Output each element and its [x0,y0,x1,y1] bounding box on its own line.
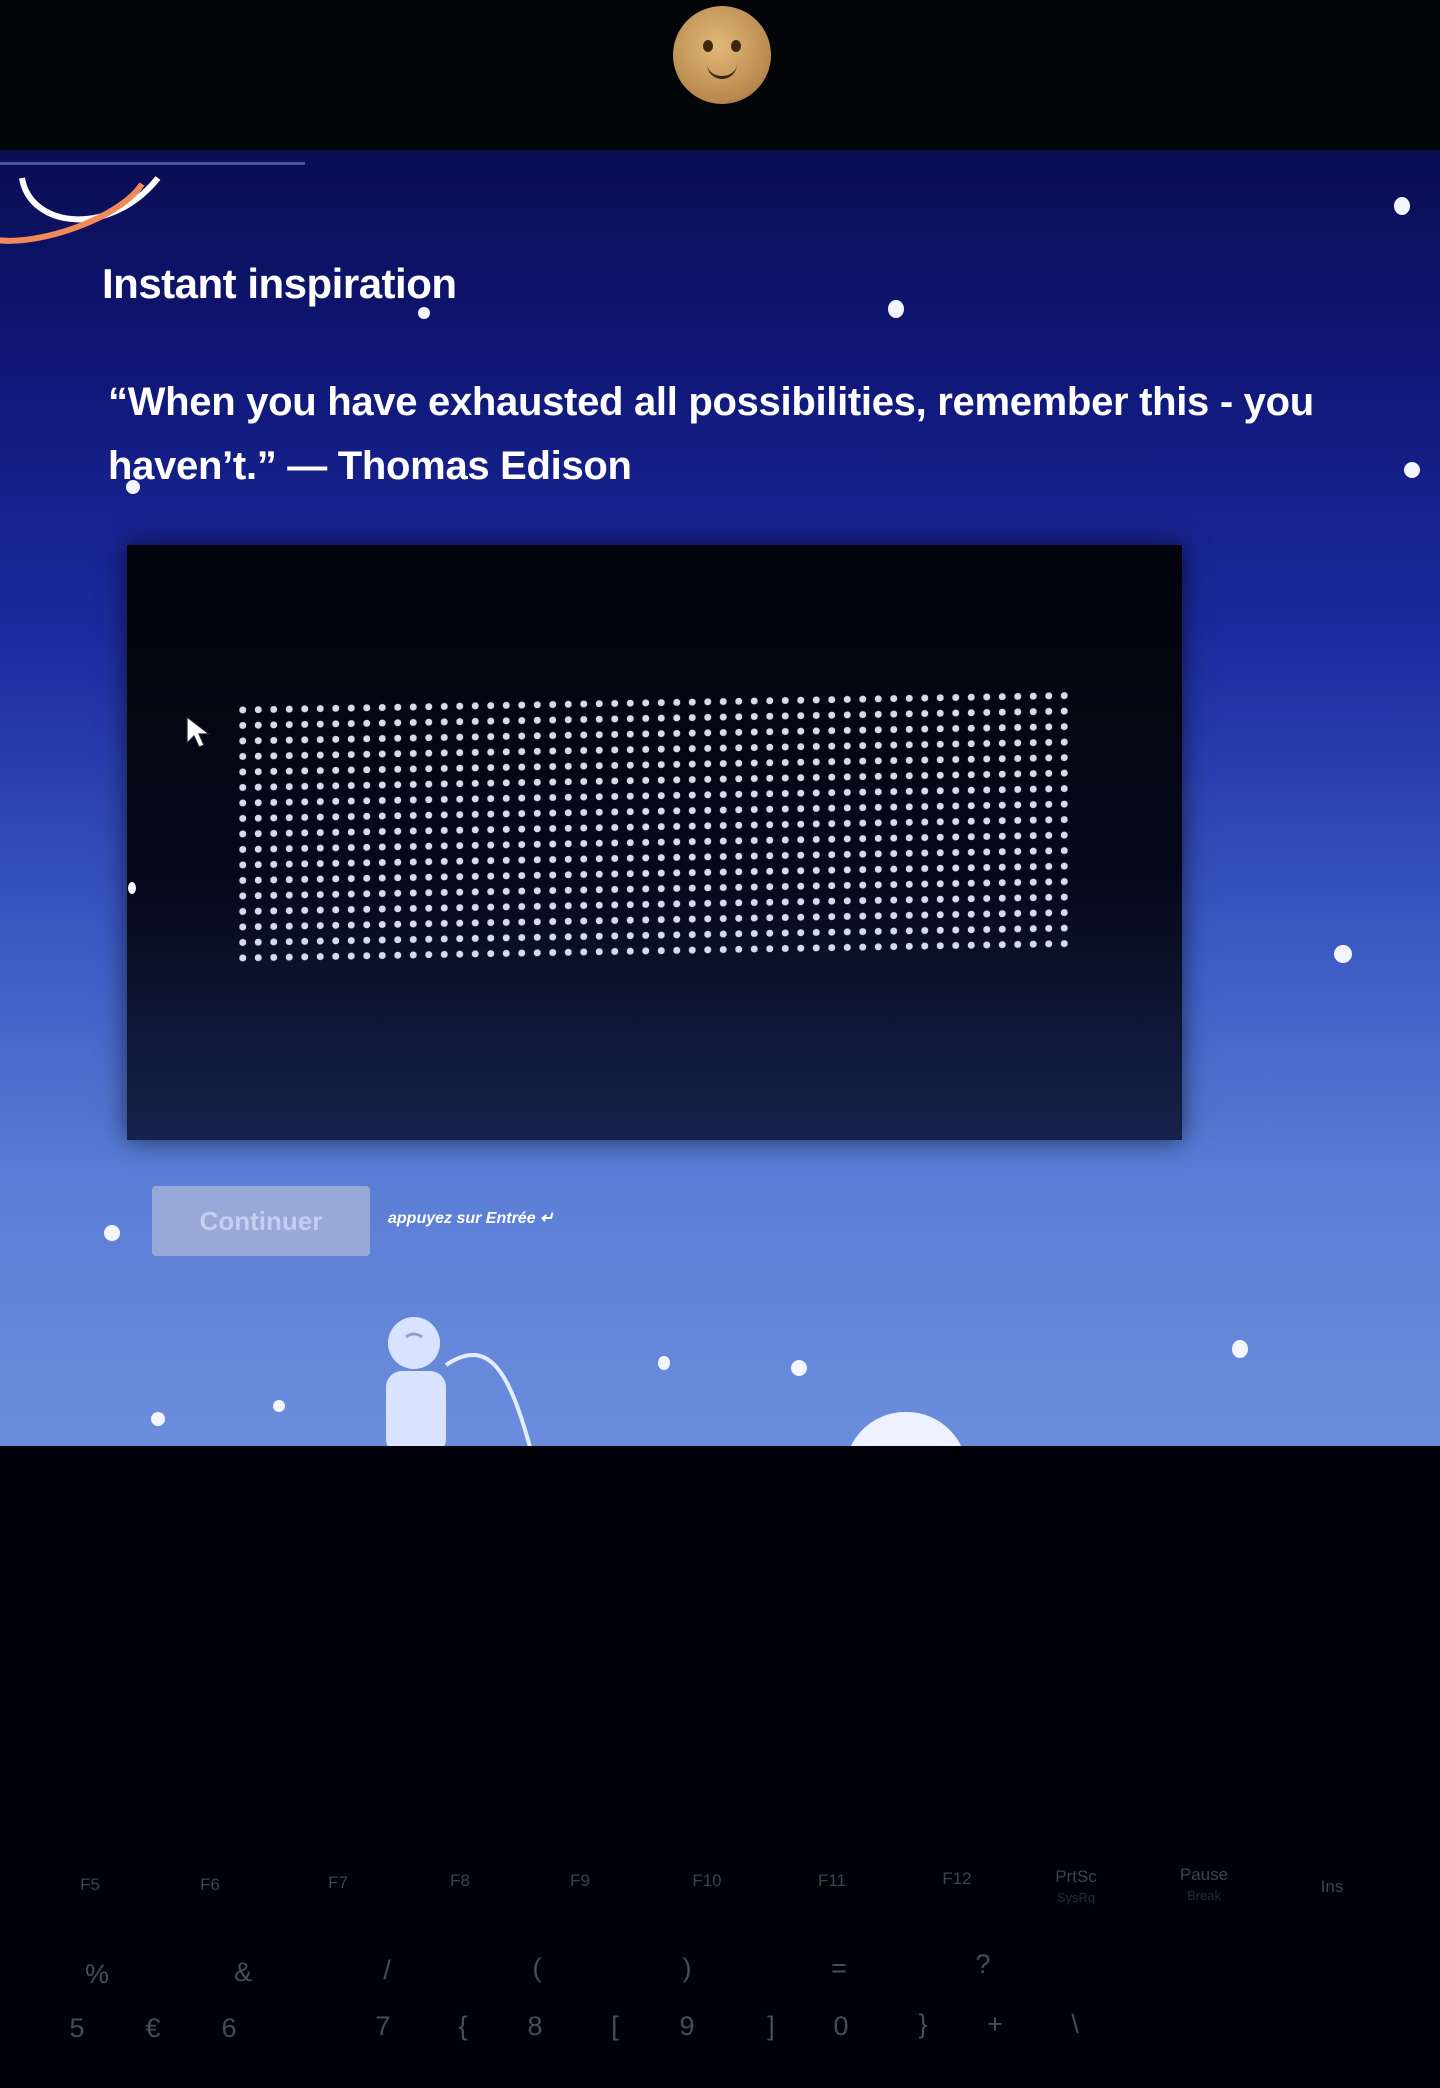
key-equals[interactable]: = [824,1955,854,1982]
star [1232,1340,1248,1358]
cursor-icon [186,715,211,748]
logo-icon [0,176,161,244]
key-percent[interactable]: % [82,1961,112,1988]
star [1404,462,1420,478]
star [791,1360,807,1376]
key-f5[interactable]: F5 [70,1874,110,1895]
star [126,480,140,494]
key-7[interactable]: 7 [368,2013,398,2040]
webcam-icon [673,6,771,104]
sticker-eye [703,40,713,52]
key-f7[interactable]: F7 [318,1872,358,1893]
star [151,1412,165,1426]
key-slash[interactable]: / [372,1957,402,1984]
key-prtsc[interactable]: PrtSc SysRq [1040,1866,1112,1908]
key-euro[interactable]: € [138,2015,168,2042]
star [1394,197,1410,215]
keyboard: F5 F6 F7 F8 F9 F10 F11 F12 PrtSc SysRq Pa… [0,1446,1440,2088]
continue-button[interactable]: Continuer [152,1186,370,1256]
key-ampersand[interactable]: & [228,1959,258,1986]
key-f10[interactable]: F10 [685,1870,729,1891]
planet-icon [845,1412,967,1446]
key-brace-open[interactable]: { [448,2013,478,2040]
key-paren-open[interactable]: ( [522,1955,552,1982]
star [888,300,904,318]
laptop-screen: Instant inspiration “When you have exhau… [0,150,1440,1446]
star [273,1400,285,1412]
key-f11[interactable]: F11 [810,1870,854,1891]
key-backslash[interactable]: \ [1060,2011,1090,2038]
key-f8[interactable]: F8 [440,1870,480,1891]
character-grid[interactable] [235,687,1075,963]
key-bracket-open[interactable]: [ [600,2013,630,2040]
typing-panel[interactable] [127,545,1182,1140]
star [418,307,430,319]
sticker-eye [731,40,741,52]
key-9[interactable]: 9 [672,2013,702,2040]
key-plus[interactable]: + [980,2011,1010,2038]
key-8[interactable]: 8 [520,2013,550,2040]
star [104,1225,120,1241]
inspiration-quote: “When you have exhausted all possibiliti… [108,380,1314,488]
key-pause[interactable]: Pause Break [1168,1864,1240,1906]
star [1334,945,1352,963]
key-f12[interactable]: F12 [935,1868,979,1889]
key-f9[interactable]: F9 [560,1870,600,1891]
key-ins[interactable]: Ins [1312,1876,1352,1897]
sticker-mouth [707,62,737,79]
key-bracket-close[interactable]: ] [756,2013,786,2040]
page-title: Instant inspiration [102,260,457,307]
key-brace-close[interactable]: } [908,2011,938,2038]
key-0[interactable]: 0 [826,2013,856,2040]
key-6[interactable]: 6 [214,2015,244,2042]
star [658,1356,670,1370]
key-question[interactable]: ? [968,1951,998,1978]
key-5[interactable]: 5 [62,2015,92,2042]
enter-hint: appuyez sur Entrée ↵ [388,1210,554,1227]
star [128,882,136,894]
key-f6[interactable]: F6 [190,1874,230,1895]
key-paren-close[interactable]: ) [672,1955,702,1982]
laptop-bezel-top [0,0,1440,150]
astronaut-icon [386,1317,532,1446]
